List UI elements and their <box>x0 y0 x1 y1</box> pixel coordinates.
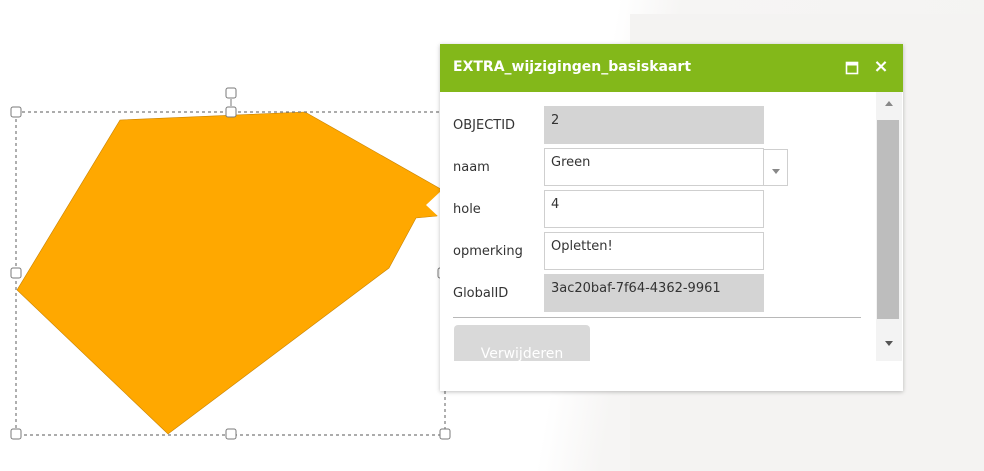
selected-polygon[interactable] <box>16 111 447 435</box>
divider <box>453 317 861 318</box>
scale-handle-bottom-right[interactable] <box>439 428 451 440</box>
scale-handle-bottom-left[interactable] <box>10 428 22 440</box>
field-label-opmerking: opmerking <box>453 244 523 259</box>
globalid-field: 3ac20baf-7f64-4362-9961 <box>544 274 764 312</box>
field-label-naam: naam <box>453 160 490 175</box>
objectid-field: 2 <box>544 106 764 144</box>
scroll-up-icon[interactable] <box>885 101 893 106</box>
delete-button[interactable]: Verwijderen <box>454 325 590 361</box>
scale-handle-bottom[interactable] <box>225 428 237 440</box>
close-icon[interactable]: × <box>871 56 891 78</box>
popup-pointer <box>426 191 441 219</box>
chevron-down-icon[interactable] <box>764 149 788 186</box>
scroll-thumb[interactable] <box>877 120 899 319</box>
naam-select[interactable]: Green <box>544 148 764 186</box>
field-label-hole: hole <box>453 202 481 217</box>
maximize-icon[interactable] <box>845 61 859 75</box>
scroll-down-icon[interactable] <box>885 341 893 346</box>
scale-handle-top[interactable] <box>225 106 237 118</box>
scrollbar[interactable] <box>876 92 902 361</box>
popup-header: EXTRA_wijzigingen_basiskaart × <box>440 44 903 92</box>
scale-handle-top-left[interactable] <box>10 106 22 118</box>
hole-input[interactable]: 4 <box>544 190 764 228</box>
attribute-popup: EXTRA_wijzigingen_basiskaart × OBJECTID … <box>440 44 903 391</box>
scale-handle-left[interactable] <box>10 267 22 279</box>
popup-title: EXTRA_wijzigingen_basiskaart <box>453 59 692 75</box>
field-label-objectid: OBJECTID <box>453 118 516 133</box>
field-label-globalid: GlobalID <box>453 286 509 301</box>
opmerking-input[interactable]: Opletten! <box>544 232 764 270</box>
attribute-form: OBJECTID 2 naam Green hole 4 opmerking O… <box>440 92 876 361</box>
rotate-handle[interactable] <box>225 87 237 99</box>
